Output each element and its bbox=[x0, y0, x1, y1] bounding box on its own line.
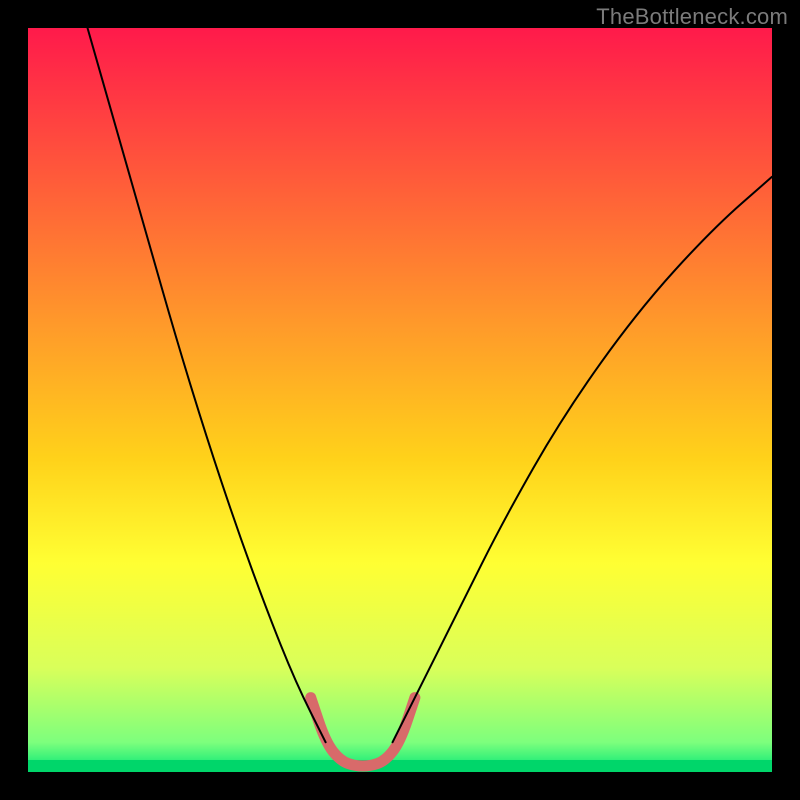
plot-background bbox=[28, 28, 772, 772]
watermark-text: TheBottleneck.com bbox=[596, 4, 788, 30]
bottleneck-chart bbox=[0, 0, 800, 800]
chart-frame: TheBottleneck.com bbox=[0, 0, 800, 800]
plot-bottom-band bbox=[28, 760, 772, 772]
